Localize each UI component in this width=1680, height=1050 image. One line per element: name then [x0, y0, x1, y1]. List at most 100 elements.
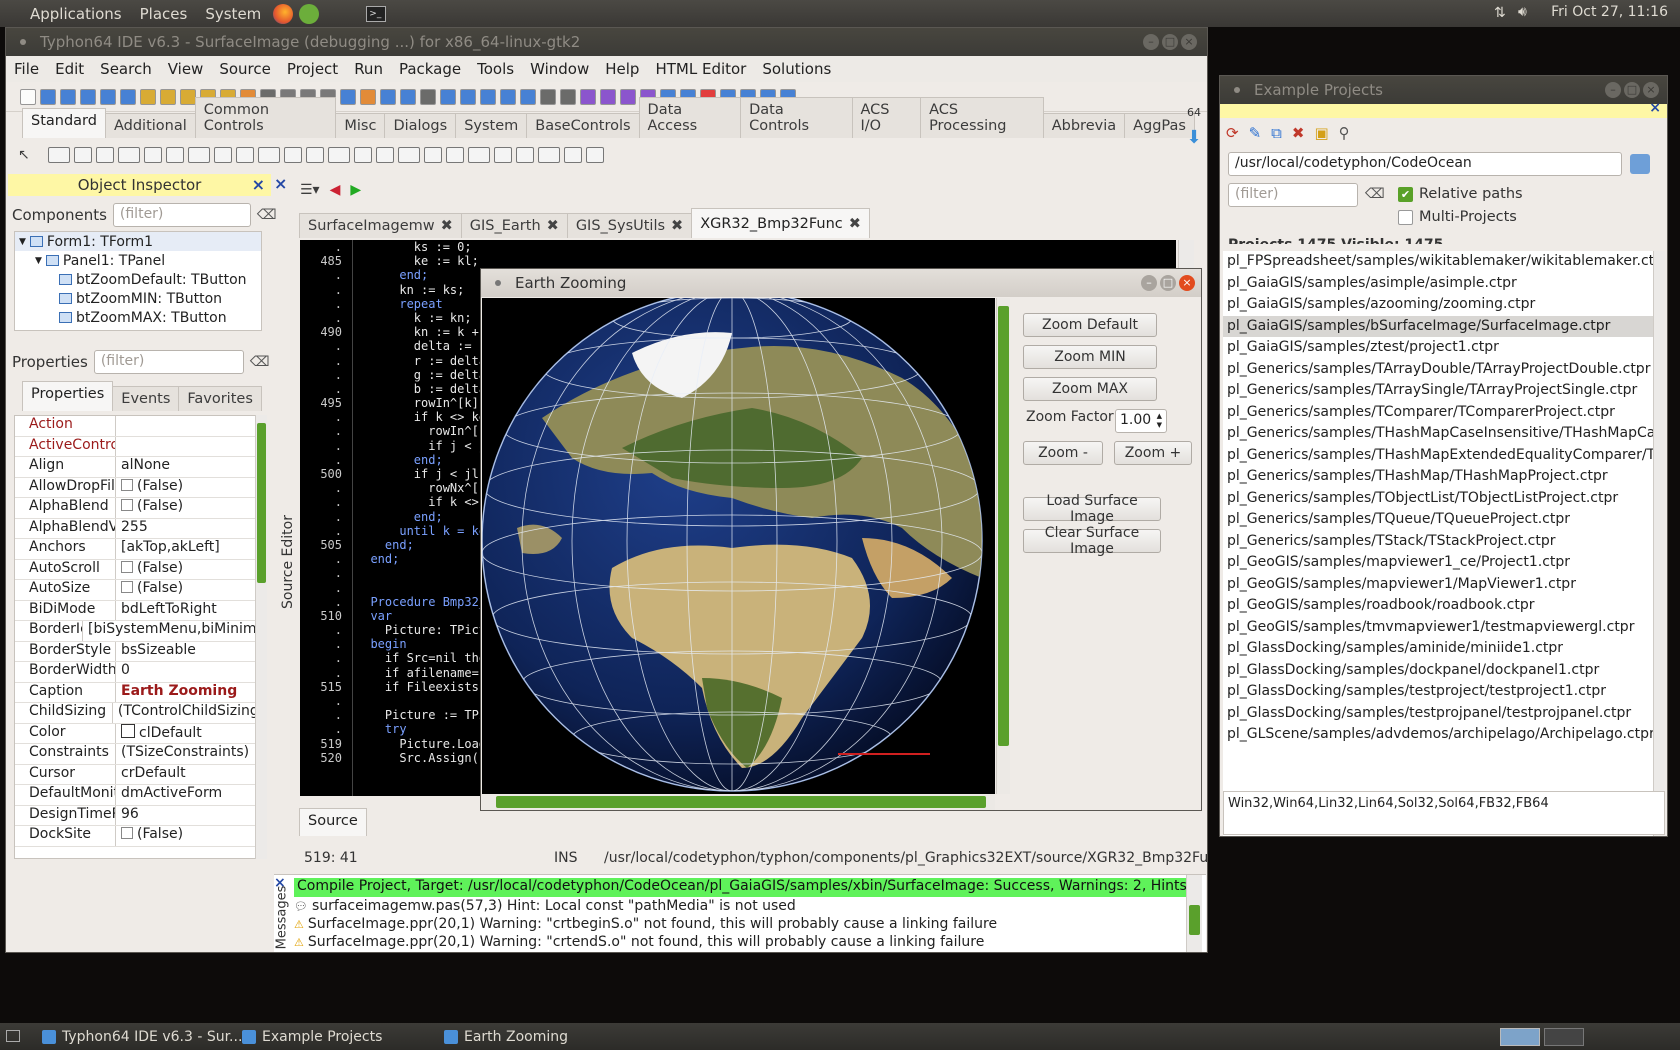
examples-titlebar[interactable]: Example Projects – □ × [1220, 76, 1667, 104]
property-row[interactable]: DesignTimePPI 96 [15, 805, 259, 826]
property-scrollbar[interactable] [257, 423, 266, 583]
property-value[interactable]: 0 [116, 662, 130, 682]
examples-path-input[interactable]: /usr/local/codetyphon/CodeOcean [1228, 152, 1622, 176]
project-item[interactable]: pl_Generics/samples/TQueue/TQueueProject… [1223, 509, 1653, 531]
taskbar-examples[interactable]: Example Projects [236, 1026, 388, 1048]
palette-component-icon[interactable] [305, 147, 324, 163]
expand-arrow-icon[interactable]: ▼ [35, 256, 42, 266]
palette-tab-acs-i-o[interactable]: ACS I/O [851, 97, 922, 138]
toolbar-tool-icon[interactable] [600, 88, 616, 105]
checkbox[interactable] [121, 827, 133, 839]
toolbar-tool-icon[interactable] [340, 88, 356, 105]
project-item[interactable]: pl_GlassDocking/samples/testprojpanel/te… [1223, 703, 1653, 725]
clear-filter-icon[interactable]: ⌫ [1365, 186, 1385, 202]
editor-tab-xgr32_bmp32func[interactable]: XGR32_Bmp32Func ✖ [691, 208, 870, 238]
tree-node[interactable]: btZoomDefault: TButton [15, 270, 261, 289]
search-icon[interactable]: ⚲ [1339, 124, 1350, 142]
toolbar-tool-icon[interactable] [520, 88, 536, 105]
property-value[interactable]: alNone [116, 457, 170, 477]
property-row[interactable]: BiDiMode bdLeftToRight [15, 600, 259, 621]
property-value[interactable]: dmActiveForm [116, 785, 222, 805]
toolbar-tool-icon[interactable] [560, 88, 576, 105]
property-row[interactable]: AllowDropFiles (False) [15, 477, 259, 498]
toolbar-tool-icon[interactable] [120, 88, 136, 105]
palette-component-icon[interactable] [353, 147, 372, 163]
project-item[interactable]: pl_Generics/samples/THashMapCaseInsensit… [1223, 423, 1653, 445]
property-value[interactable]: [akTop,akLeft] [116, 539, 220, 559]
project-item[interactable]: pl_Generics/samples/TArrayDouble/TArrayP… [1223, 359, 1653, 381]
palette-component-icon[interactable] [375, 147, 394, 163]
palette-tab-acs-processing[interactable]: ACS Processing [920, 97, 1044, 138]
property-value[interactable]: Earth Zooming [116, 683, 237, 703]
network-icon[interactable]: ⇅ [1494, 5, 1506, 21]
examples-filter[interactable]: (filter) [1228, 183, 1358, 207]
project-item[interactable]: pl_GaiaGIS/samples/bSurfaceImage/Surface… [1223, 315, 1653, 337]
globe-canvas[interactable] [482, 298, 995, 794]
tree-node[interactable]: ▼ Form1: TForm1 [15, 232, 261, 251]
property-row[interactable]: DefaultMonitor dmActiveForm [15, 785, 259, 806]
project-item[interactable]: pl_FPSpreadsheet/samples/wikitablemaker/… [1223, 251, 1653, 273]
zoom-factor-input[interactable]: 1.00 ▲ ▼ [1115, 409, 1167, 433]
toolbar-tool-icon[interactable] [40, 88, 56, 105]
build-icon[interactable]: ✎ [1249, 124, 1262, 142]
toolbar-tool-icon[interactable] [60, 88, 76, 105]
toolbar-tool-icon[interactable] [480, 88, 496, 105]
project-item[interactable]: pl_Generics/samples/TStack/TStackProject… [1223, 531, 1653, 553]
project-item[interactable]: pl_Generics/samples/THashMap/THashMapPro… [1223, 466, 1653, 488]
project-item[interactable]: pl_GeoGIS/samples/roadbook/roadbook.ctpr [1223, 595, 1653, 617]
property-value[interactable]: (False) [116, 560, 183, 580]
zoom-default-button[interactable]: Zoom Default [1023, 313, 1157, 337]
project-item[interactable]: pl_GaiaGIS/samples/azooming/zooming.ctpr [1223, 294, 1653, 316]
toolbar-tool-icon[interactable] [620, 88, 636, 105]
project-item[interactable]: pl_Generics/samples/TArraySingle/TArrayP… [1223, 380, 1653, 402]
palette-tab-system[interactable]: System [455, 113, 528, 138]
property-value[interactable] [116, 416, 121, 436]
zoom-min-button[interactable]: Zoom MIN [1023, 345, 1157, 369]
property-value[interactable]: (False) [116, 478, 183, 498]
property-row[interactable]: Align alNone [15, 457, 259, 478]
pointer-tool-icon[interactable]: ↖ [18, 147, 30, 163]
maximize-button[interactable]: □ [1162, 34, 1178, 50]
palette-component-icon[interactable] [117, 147, 140, 163]
refresh-icon[interactable]: ⟳ [1226, 124, 1239, 142]
editor-tab-surfaceimagemw[interactable]: SurfaceImagemw ✖ [299, 213, 462, 238]
minimize-button[interactable]: – [1605, 82, 1621, 98]
palette-component-icon[interactable] [187, 147, 210, 163]
palette-component-icon[interactable] [585, 147, 604, 163]
tree-node[interactable]: ▼ Panel1: TPanel [15, 251, 261, 270]
tree-node[interactable]: btZoomMIN: TButton [15, 289, 261, 308]
project-item[interactable]: pl_Generics/samples/TComparer/TComparerP… [1223, 402, 1653, 424]
clock[interactable]: Fri Oct 27, 11:16 [1551, 4, 1668, 20]
workspace-switcher-2[interactable] [1544, 1028, 1584, 1046]
property-row[interactable]: Color clDefault [15, 723, 259, 744]
menu-source[interactable]: Source [211, 60, 279, 78]
toolbar-tool-icon[interactable] [80, 88, 96, 105]
toolbar-tool-icon[interactable] [500, 88, 516, 105]
property-row[interactable]: Anchors [akTop,akLeft] [15, 539, 259, 560]
project-item[interactable]: pl_GeoGIS/samples/tmvmapviewer1/testmapv… [1223, 617, 1653, 639]
window-menu-icon[interactable] [1234, 87, 1240, 93]
property-value[interactable]: 96 [116, 806, 139, 826]
toolbar-tool-icon[interactable] [180, 88, 196, 105]
spin-arrows-icon[interactable]: ▲ ▼ [1157, 412, 1162, 430]
globe-vscroll[interactable] [998, 306, 1009, 746]
menu-run[interactable]: Run [346, 60, 391, 78]
project-item[interactable]: pl_GLScene/samples/advdemos/archipelago/… [1223, 724, 1653, 746]
project-item[interactable]: pl_GaiaGIS/samples/asimple/asimple.ctpr [1223, 273, 1653, 295]
zoom-max-button[interactable]: Zoom MAX [1023, 377, 1157, 401]
property-value[interactable]: crDefault [116, 765, 186, 785]
palette-tab-abbrevia[interactable]: Abbrevia [1042, 113, 1126, 138]
load-surface-button[interactable]: Load Surface Image [1023, 493, 1161, 525]
property-row[interactable]: BorderWidth 0 [15, 662, 259, 683]
maximize-button[interactable]: □ [1624, 82, 1640, 98]
palette-component-icon[interactable] [235, 147, 254, 163]
menu-edit[interactable]: Edit [47, 60, 92, 78]
message-item[interactable]: ⚠ SurfaceImage.ppr(20,1) Warning: "crtend… [294, 933, 1184, 951]
expand-arrow-icon[interactable]: ▼ [19, 237, 26, 247]
palette-component-icon[interactable] [143, 147, 162, 163]
message-item[interactable]: ⚠ SurfaceImage.ppr(20,1) Warning: "crtbeg… [294, 915, 1184, 933]
menu-help[interactable]: Help [597, 60, 647, 78]
zoom-plus-button[interactable]: Zoom + [1114, 441, 1192, 465]
property-value[interactable]: (False) [116, 498, 183, 518]
property-row[interactable]: AlphaBlend (False) [15, 498, 259, 519]
